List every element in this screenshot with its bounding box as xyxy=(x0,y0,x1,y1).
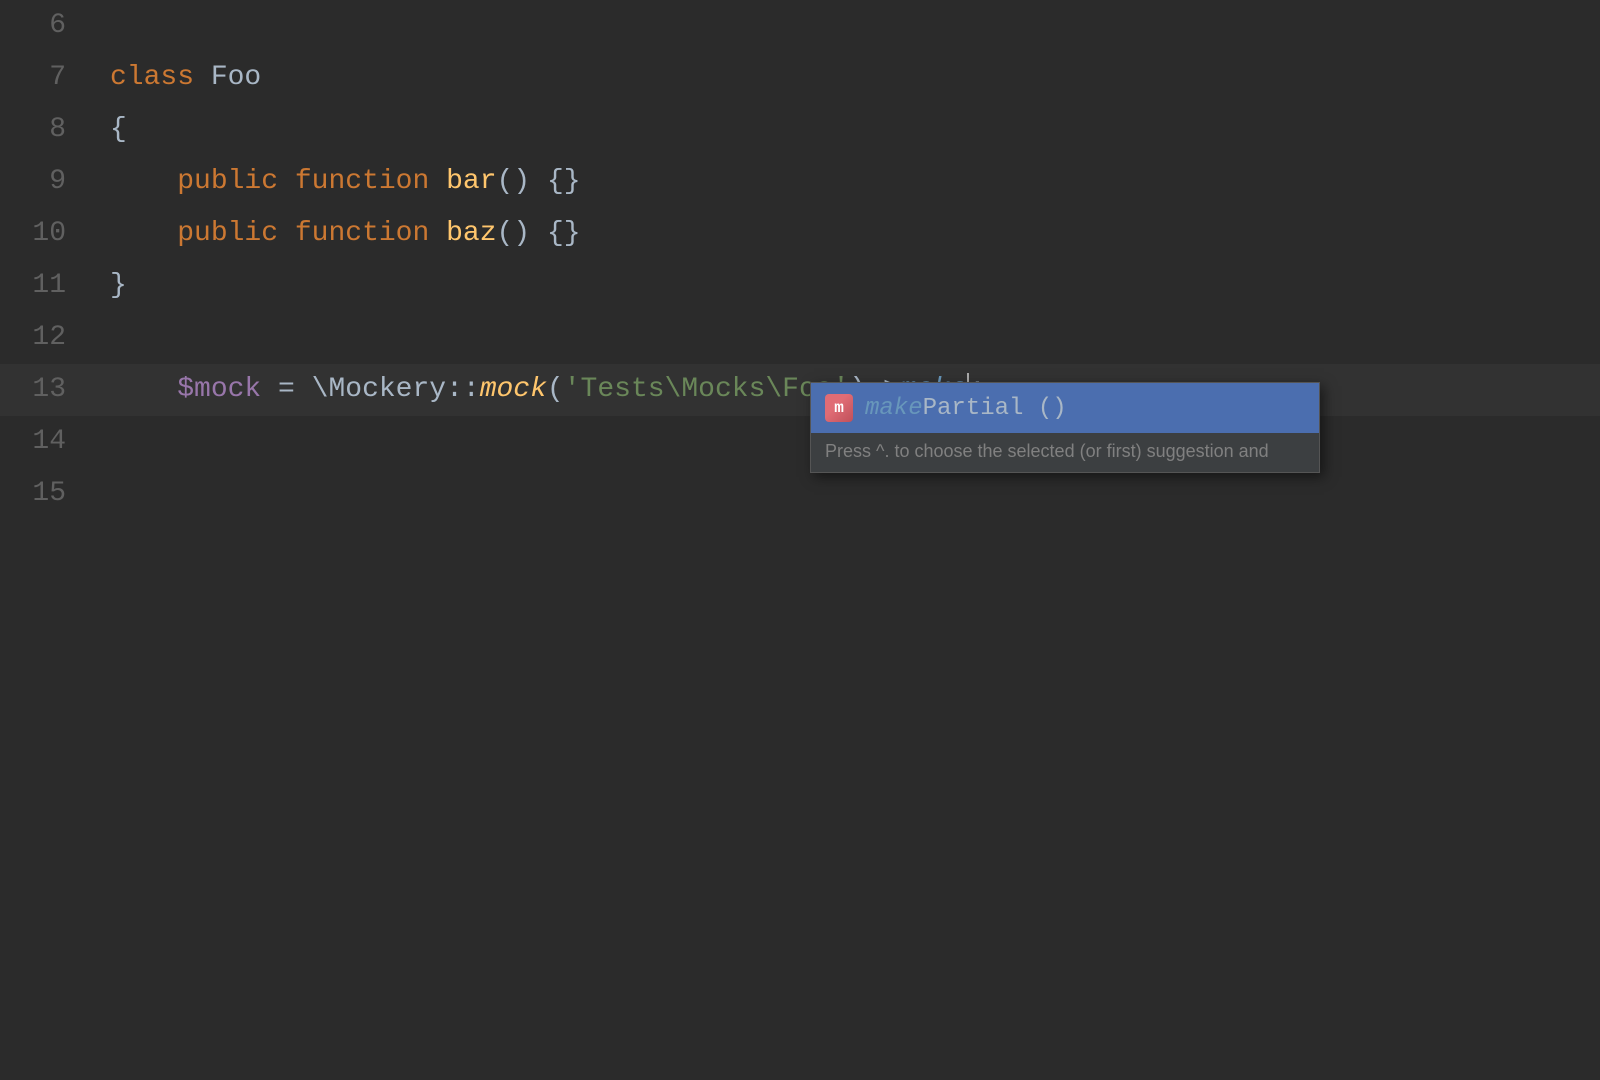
code-line-7: 7 class Foo xyxy=(0,52,1600,104)
code-line-13: 13 $mock = \Mockery::mock('Tests\Mocks\F… xyxy=(0,364,1600,416)
code-line-12: 12 xyxy=(0,312,1600,364)
code-line-6: 6 xyxy=(0,0,1600,52)
code-line-11: 11 } xyxy=(0,260,1600,312)
line-number-15: 15 xyxy=(0,468,90,520)
code-line-10: 10 public function baz() {} xyxy=(0,208,1600,260)
autocomplete-popup[interactable]: m makePartial () Press ^. to choose the … xyxy=(810,382,1320,473)
code-line-15: 15 xyxy=(0,468,1600,520)
autocomplete-hint: Press ^. to choose the selected (or firs… xyxy=(811,433,1319,472)
line-number-13: 13 xyxy=(0,364,90,416)
autocomplete-item-text: makePartial () xyxy=(865,395,1067,422)
line-number-6: 6 xyxy=(0,0,90,52)
line-number-7: 7 xyxy=(0,52,90,104)
line-number-8: 8 xyxy=(0,104,90,156)
line-number-10: 10 xyxy=(0,208,90,260)
line-content-7: class Foo xyxy=(90,52,1600,104)
line-number-14: 14 xyxy=(0,416,90,468)
line-content-10: public function baz() {} xyxy=(90,208,1600,260)
line-content-11: } xyxy=(90,260,1600,312)
line-number-9: 9 xyxy=(0,156,90,208)
code-line-9: 9 public function bar() {} xyxy=(0,156,1600,208)
autocomplete-item-icon: m xyxy=(825,394,853,422)
line-number-12: 12 xyxy=(0,312,90,364)
code-editor: 6 7 class Foo 8 { 9 public function bar(… xyxy=(0,0,1600,1080)
code-line-14: 14 xyxy=(0,416,1600,468)
line-content-8: { xyxy=(90,104,1600,156)
hint-text: Press ^. to choose the selected (or firs… xyxy=(825,441,1269,461)
code-line-8: 8 { xyxy=(0,104,1600,156)
line-number-11: 11 xyxy=(0,260,90,312)
line-content-9: public function bar() {} xyxy=(90,156,1600,208)
autocomplete-item-makepartial[interactable]: m makePartial () xyxy=(811,383,1319,433)
code-area: 6 7 class Foo 8 { 9 public function bar(… xyxy=(0,0,1600,1080)
